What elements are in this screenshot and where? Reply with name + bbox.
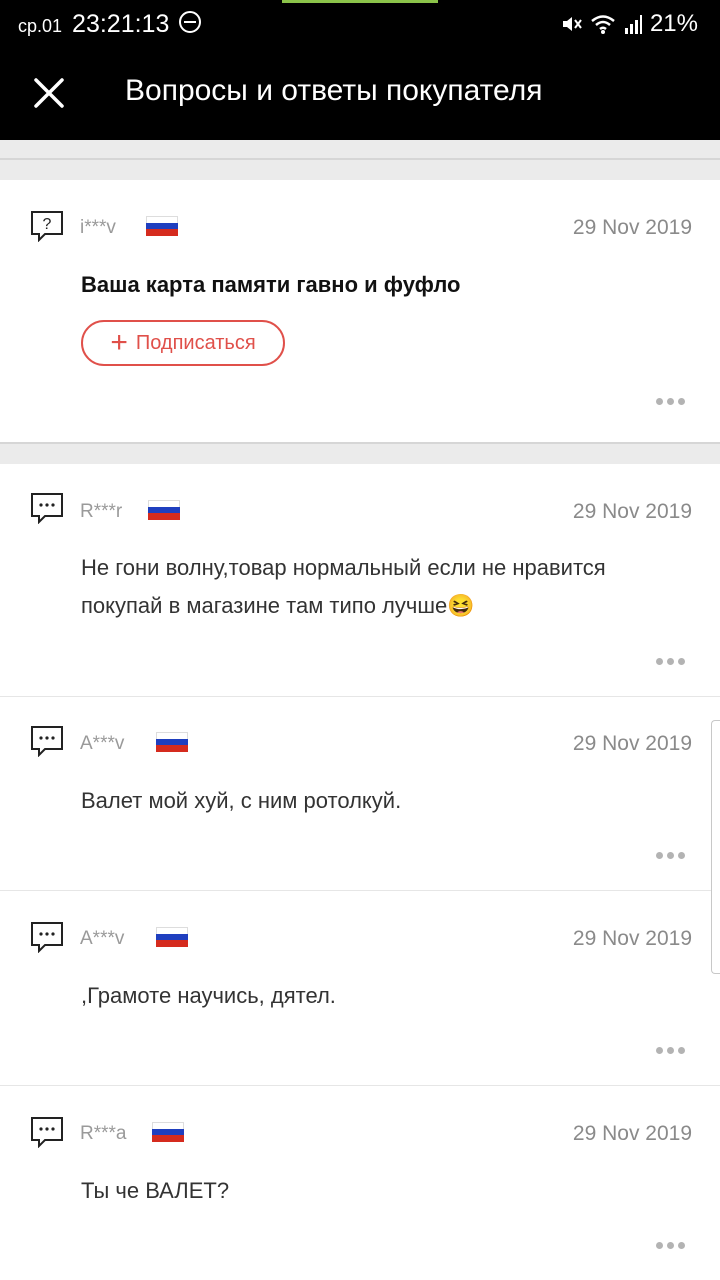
russia-flag-icon xyxy=(156,927,188,947)
more-options-icon[interactable] xyxy=(656,656,686,666)
question-icon: ? xyxy=(31,211,63,242)
subscribe-label: Подписаться xyxy=(135,331,256,354)
russia-flag-icon xyxy=(156,732,188,752)
section-divider-line xyxy=(0,442,720,444)
scrollbar-thumb[interactable] xyxy=(711,720,720,974)
russia-flag-icon xyxy=(148,500,180,520)
answer-card: A***v 29 Nov 2019 Валет мой хуй, с ним р… xyxy=(0,697,720,890)
answer-date: 29 Nov 2019 xyxy=(572,500,692,523)
wifi-icon xyxy=(591,15,615,34)
more-options-icon[interactable] xyxy=(656,396,686,406)
close-icon[interactable] xyxy=(32,76,66,110)
answer-date: 29 Nov 2019 xyxy=(572,1122,692,1145)
question-author: i***v xyxy=(80,217,116,238)
answer-card: R***a 29 Nov 2019 Ты че ВАЛЕТ? xyxy=(0,1086,720,1280)
question-card: ? i***v 29 Nov 2019 Ваша карта памяти га… xyxy=(0,180,720,442)
comment-icon xyxy=(31,493,63,524)
mute-icon xyxy=(562,17,582,31)
more-options-icon[interactable] xyxy=(656,1240,686,1250)
answer-text: Валет мой хуй, с ним ротолкуй. xyxy=(81,788,402,813)
answer-date: 29 Nov 2019 xyxy=(572,732,692,755)
answer-card: R***r 29 Nov 2019 Не гони волну,товар но… xyxy=(0,464,720,696)
status-day: ср.01 xyxy=(18,16,63,36)
subscribe-button[interactable]: + Подписаться xyxy=(81,320,285,366)
answer-text: ,Грамоте научись, дятел. xyxy=(81,983,336,1008)
page-title: Вопросы и ответы покупателя xyxy=(125,74,543,107)
comment-icon xyxy=(31,922,63,953)
answer-text: Ты че ВАЛЕТ? xyxy=(81,1178,230,1203)
plus-icon: + xyxy=(110,326,128,359)
svg-text:?: ? xyxy=(43,216,52,233)
status-bar: ср.01 23:21:13 21% xyxy=(0,0,720,46)
question-text: Ваша карта памяти гавно и фуфло xyxy=(81,272,461,297)
top-indicator xyxy=(282,0,438,3)
answer-author: R***r xyxy=(80,501,123,522)
russia-flag-icon xyxy=(146,216,178,236)
section-divider-line xyxy=(0,158,720,160)
section-divider xyxy=(0,140,720,180)
section-divider xyxy=(0,442,720,464)
answer-card: A***v 29 Nov 2019 ,Грамоте научись, дяте… xyxy=(0,891,720,1085)
more-options-icon[interactable] xyxy=(656,1045,686,1055)
answer-author: A***v xyxy=(80,928,125,949)
comment-icon xyxy=(31,726,63,757)
battery-level: 21% xyxy=(649,10,698,37)
app-header: Вопросы и ответы покупателя xyxy=(0,46,720,140)
dnd-icon xyxy=(179,11,202,33)
answer-author: A***v xyxy=(80,733,125,754)
status-time: 23:21:13 xyxy=(72,10,170,38)
answer-text: Не гони волну,товар нормальный если не н… xyxy=(81,555,606,618)
answer-date: 29 Nov 2019 xyxy=(572,927,692,950)
answer-author: R***a xyxy=(80,1123,127,1144)
comment-icon xyxy=(31,1117,63,1148)
question-date: 29 Nov 2019 xyxy=(572,216,692,239)
more-options-icon[interactable] xyxy=(656,850,686,860)
signal-icon xyxy=(624,15,642,34)
russia-flag-icon xyxy=(152,1122,184,1142)
